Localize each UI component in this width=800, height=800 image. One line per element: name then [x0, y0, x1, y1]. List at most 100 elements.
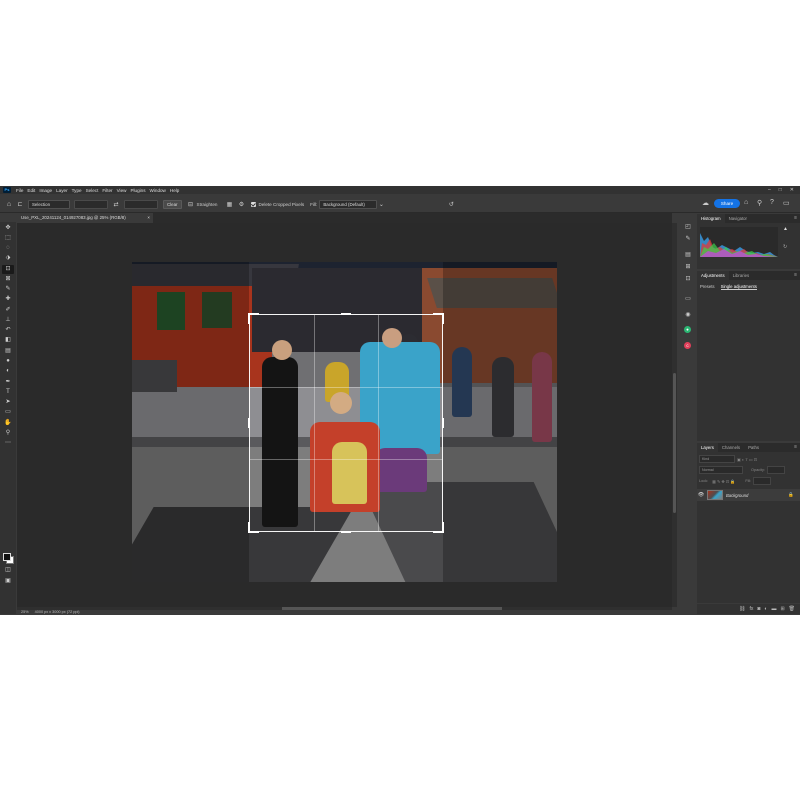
- refresh-icon[interactable]: ↻: [783, 244, 787, 250]
- crop-handle-bottom[interactable]: [341, 529, 351, 533]
- zoom-tool-icon[interactable]: ⚲: [2, 429, 14, 438]
- ratio-select[interactable]: Selection: [28, 199, 70, 209]
- document-tab[interactable]: Use_PXL_20241124_014927083.jpg @ 25% (RG…: [17, 213, 153, 223]
- type-tool-icon[interactable]: T: [2, 388, 14, 397]
- add-mask-icon[interactable]: ◙: [757, 606, 760, 612]
- menu-type[interactable]: Type: [70, 188, 84, 193]
- menu-image[interactable]: Image: [37, 188, 54, 193]
- tab-paths[interactable]: Paths: [744, 443, 763, 452]
- close-tab-icon[interactable]: ×: [147, 213, 150, 223]
- notifications-icon[interactable]: ⌂: [744, 199, 748, 206]
- scroll-thumb[interactable]: [673, 373, 676, 513]
- cache-warning-icon[interactable]: ▲: [783, 226, 788, 232]
- crop-settings-gear-icon[interactable]: ⚙: [235, 201, 247, 208]
- tab-histogram[interactable]: Histogram: [697, 214, 725, 223]
- workspace-icon[interactable]: ▭: [783, 199, 790, 207]
- crop-handle-top[interactable]: [341, 313, 351, 317]
- menu-view[interactable]: View: [115, 188, 129, 193]
- layer-style-icon[interactable]: fx: [749, 606, 753, 612]
- more-tools-icon[interactable]: ⋯: [2, 439, 14, 448]
- panel-menu-icon[interactable]: ≡: [794, 214, 797, 223]
- crop-handle-left[interactable]: [248, 418, 252, 428]
- lock-icon[interactable]: 🔒: [788, 492, 794, 498]
- eraser-tool-icon[interactable]: ◧: [2, 336, 14, 345]
- libraries-icon[interactable]: ▭: [683, 294, 693, 304]
- fill-field[interactable]: [753, 477, 772, 485]
- frame-tool-icon[interactable]: ⊠: [2, 275, 14, 284]
- layer-name[interactable]: Background: [726, 493, 748, 498]
- tab-layers[interactable]: Layers: [697, 443, 718, 452]
- menu-select[interactable]: Select: [84, 188, 101, 193]
- tab-channels[interactable]: Channels: [718, 443, 744, 452]
- new-layer-icon[interactable]: ⊞: [780, 606, 784, 612]
- stamp-tool-icon[interactable]: ⊥: [2, 316, 14, 325]
- lock-icons[interactable]: ▦ ✎ ✥ ⊡ 🔒: [712, 479, 735, 484]
- width-field[interactable]: [74, 199, 108, 209]
- delete-cropped-checkbox[interactable]: [251, 201, 257, 207]
- straighten-icon[interactable]: ⊟: [185, 201, 197, 208]
- move-tool-icon[interactable]: ✥: [2, 224, 14, 233]
- blur-tool-icon[interactable]: ●: [2, 357, 14, 366]
- subtab-presets[interactable]: Presets: [700, 284, 715, 290]
- link-layers-icon[interactable]: ⛓: [739, 606, 745, 612]
- tab-adjustments[interactable]: Adjustments: [697, 271, 729, 280]
- history-brush-icon[interactable]: ↶: [2, 326, 14, 335]
- character-icon[interactable]: ⊡: [683, 274, 693, 284]
- history-icon[interactable]: ⊞: [683, 262, 693, 272]
- share-button[interactable]: Share: [714, 199, 740, 208]
- object-select-tool-icon[interactable]: ⬗: [2, 254, 14, 263]
- menu-help[interactable]: Help: [168, 188, 181, 193]
- menu-window[interactable]: Window: [148, 188, 168, 193]
- menu-plugins[interactable]: Plugins: [128, 188, 147, 193]
- menu-filter[interactable]: Filter: [100, 188, 114, 193]
- brush-tool-icon[interactable]: ✐: [2, 306, 14, 315]
- new-group-icon[interactable]: ▬: [771, 606, 776, 612]
- home-icon[interactable]: ⌂: [4, 201, 14, 208]
- spot-heal-tool-icon[interactable]: ✚: [2, 295, 14, 304]
- adjustment-layer-icon[interactable]: ◐: [764, 606, 767, 612]
- vertical-scrollbar[interactable]: [672, 223, 677, 607]
- opacity-field[interactable]: [766, 466, 785, 474]
- tab-libraries[interactable]: Libraries: [729, 271, 753, 280]
- crop-preset-icon[interactable]: ⊏: [14, 201, 26, 208]
- document-image[interactable]: [132, 262, 557, 582]
- learn-icon[interactable]: ◰: [683, 222, 693, 232]
- visibility-eye-icon[interactable]: 👁: [697, 492, 705, 498]
- brush-settings-icon[interactable]: ✎: [683, 234, 693, 244]
- tab-navigator[interactable]: Navigator: [725, 214, 751, 223]
- filter-icons[interactable]: ▣ ◐ T ▭ ⊡: [737, 457, 757, 462]
- fill-select[interactable]: Background (Default): [319, 199, 378, 209]
- chevron-down-icon[interactable]: ⌄: [375, 201, 387, 208]
- crop-handle-top-right[interactable]: [433, 313, 444, 324]
- menu-file[interactable]: File: [14, 188, 25, 193]
- menu-edit[interactable]: Edit: [25, 188, 37, 193]
- zoom-level[interactable]: 25%: [21, 610, 29, 615]
- layer-row-background[interactable]: 👁 Background 🔒: [697, 489, 800, 501]
- panel-menu-icon[interactable]: ≡: [794, 271, 797, 280]
- overlay-grid-icon[interactable]: ▦: [223, 201, 235, 208]
- shape-tool-icon[interactable]: ▭: [2, 408, 14, 417]
- canvas-area[interactable]: [17, 223, 672, 607]
- reset-icon[interactable]: ↺: [445, 201, 457, 208]
- maximize-icon[interactable]: □: [779, 187, 782, 193]
- screen-mode-icon[interactable]: ▣: [2, 577, 14, 586]
- clear-button[interactable]: Clear: [163, 199, 182, 209]
- pen-tool-icon[interactable]: ✒: [2, 378, 14, 387]
- minimize-icon[interactable]: –: [768, 187, 771, 193]
- straighten-label[interactable]: Straighten: [197, 202, 218, 207]
- plugin-green-icon[interactable]: ●: [684, 326, 691, 333]
- subtab-single-adjustments[interactable]: Single adjustments: [720, 284, 757, 290]
- crop-handle-bottom-right[interactable]: [433, 522, 444, 533]
- hand-tool-icon[interactable]: ✋: [2, 419, 14, 428]
- crop-handle-bottom-left[interactable]: [248, 522, 259, 533]
- foreground-color-swatch[interactable]: [3, 553, 11, 561]
- cloud-icon[interactable]: ☁: [702, 199, 709, 207]
- crop-tool-icon[interactable]: ⊡: [2, 265, 14, 274]
- crop-box[interactable]: [248, 313, 444, 533]
- close-window-icon[interactable]: ✕: [790, 187, 794, 193]
- crop-handle-right[interactable]: [440, 418, 444, 428]
- crop-handle-top-left[interactable]: [248, 313, 259, 324]
- discover-icon[interactable]: ⚲: [757, 199, 762, 207]
- comments-icon[interactable]: ◉: [683, 310, 693, 320]
- swap-icon[interactable]: ⇄: [110, 201, 122, 208]
